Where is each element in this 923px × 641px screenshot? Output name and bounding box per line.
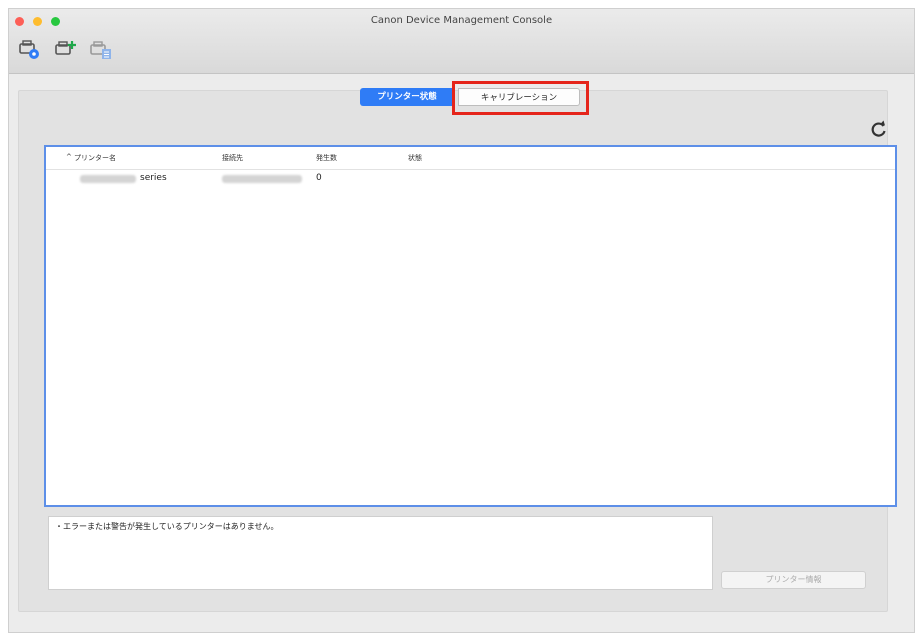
table-header: ^ プリンター名 接続先 発生数 状態 bbox=[46, 147, 895, 170]
table-row[interactable]: series 0 bbox=[46, 171, 895, 187]
add-printer-icon[interactable] bbox=[54, 39, 78, 61]
tab-printer-status[interactable]: プリンター状態 bbox=[360, 88, 454, 106]
sort-ascending-icon[interactable]: ^ bbox=[66, 153, 72, 161]
column-header-status[interactable]: 状態 bbox=[408, 153, 422, 163]
printer-info-button[interactable]: プリンター情報 bbox=[721, 571, 866, 589]
refresh-icon[interactable] bbox=[868, 118, 890, 140]
status-message-box: ・エラーまたは警告が発生しているプリンターはありません。 bbox=[48, 516, 713, 590]
printer-name-cell: series bbox=[140, 173, 167, 183]
printer-settings-icon[interactable] bbox=[18, 39, 42, 61]
printer-info-icon[interactable] bbox=[89, 39, 113, 61]
callout-highlight-box bbox=[452, 81, 589, 115]
column-header-printer-name[interactable]: プリンター名 bbox=[74, 153, 116, 163]
column-header-count[interactable]: 発生数 bbox=[316, 153, 337, 163]
count-cell: 0 bbox=[316, 173, 322, 183]
redacted-connection bbox=[222, 175, 302, 183]
printer-table[interactable]: ^ プリンター名 接続先 発生数 状態 series 0 bbox=[44, 145, 897, 507]
redacted-model-name bbox=[80, 175, 136, 183]
column-header-connection[interactable]: 接続先 bbox=[222, 153, 243, 163]
window-title: Canon Device Management Console bbox=[370, 15, 553, 26]
title-bar: Canon Device Management Console bbox=[9, 9, 914, 74]
status-message: ・エラーまたは警告が発生しているプリンターはありません。 bbox=[55, 522, 279, 531]
